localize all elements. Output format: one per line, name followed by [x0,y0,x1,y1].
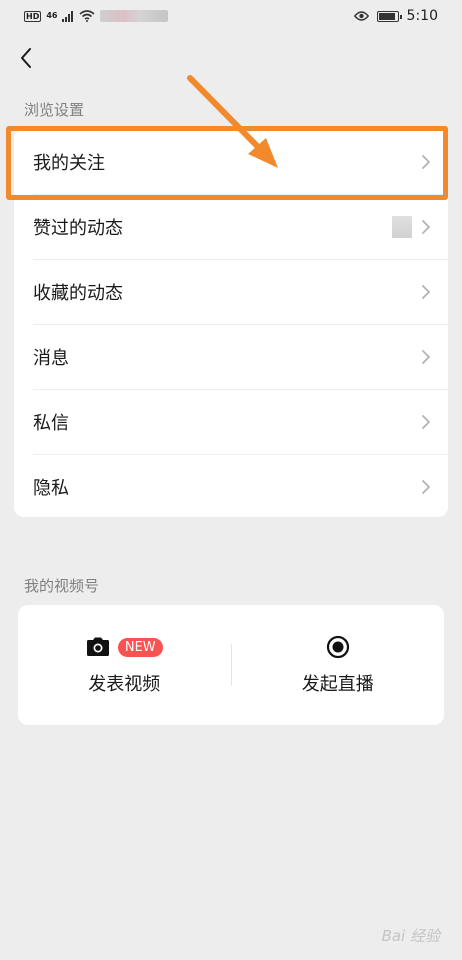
list-item-following[interactable]: 我的关注 [14,129,448,194]
channels-card: NEW 发表视频 发起直播 [18,605,444,725]
chevron-right-icon [422,154,430,169]
list-item-label: 我的关注 [33,152,105,174]
list-item-private-messages[interactable]: 私信 [14,389,448,454]
status-bar-left: HD 46 [24,10,169,22]
go-live-label: 发起直播 [301,674,374,695]
list-item-label: 赞过的动态 [33,217,123,239]
chevron-right-icon [422,349,430,364]
list-item-messages[interactable]: 消息 [14,324,448,389]
list-item-right [420,413,432,431]
status-bar: HD 46 5:10 [0,0,462,32]
chevron-right-icon [422,414,430,429]
chevron-right-icon [422,479,430,494]
blurred-notifications [100,10,169,22]
post-video-icon-row: NEW [86,634,163,660]
post-video-button[interactable]: NEW 发表视频 [18,605,231,725]
list-item-privacy[interactable]: 隐私 [14,454,448,517]
signal-icon [62,10,74,22]
browse-settings-card: 我的关注 赞过的动态 收藏的动态 消息 私信 隐私 [14,129,448,517]
new-badge: NEW [117,637,163,657]
chevron-right-icon [422,219,430,234]
list-item-right [420,283,432,301]
list-item-liked-moments[interactable]: 赞过的动态 [14,194,448,259]
hd-indicator: HD [24,10,42,22]
status-bar-right: 5:10 [353,8,438,24]
back-button[interactable] [12,44,40,72]
list-item-label: 收藏的动态 [33,282,123,304]
blurred-thumbnail [392,215,412,238]
eye-icon [353,11,369,21]
list-item-label: 私信 [33,412,69,434]
post-video-label: 发表视频 [88,674,161,695]
go-live-button[interactable]: 发起直播 [232,605,445,725]
back-arrow-icon [21,48,31,68]
battery-icon [376,10,402,22]
chevron-right-icon [422,284,430,299]
list-item-label: 消息 [33,347,69,369]
list-item-right [420,153,432,171]
camera-icon [86,637,109,656]
baidu-watermark: Bai 经验 [381,927,440,945]
go-live-icon-row [326,634,350,660]
list-item-right [420,348,432,366]
list-item-right [420,478,432,496]
list-item-saved-moments[interactable]: 收藏的动态 [14,259,448,324]
clock: 5:10 [406,8,438,24]
live-record-icon [326,635,349,659]
network-type: 46 [46,11,58,20]
my-channels-title: 我的视频号 [24,577,100,595]
list-item-label: 隐私 [33,477,69,499]
list-item-right [392,215,432,238]
wifi-icon [79,10,96,22]
browse-settings-title: 浏览设置 [24,101,85,119]
